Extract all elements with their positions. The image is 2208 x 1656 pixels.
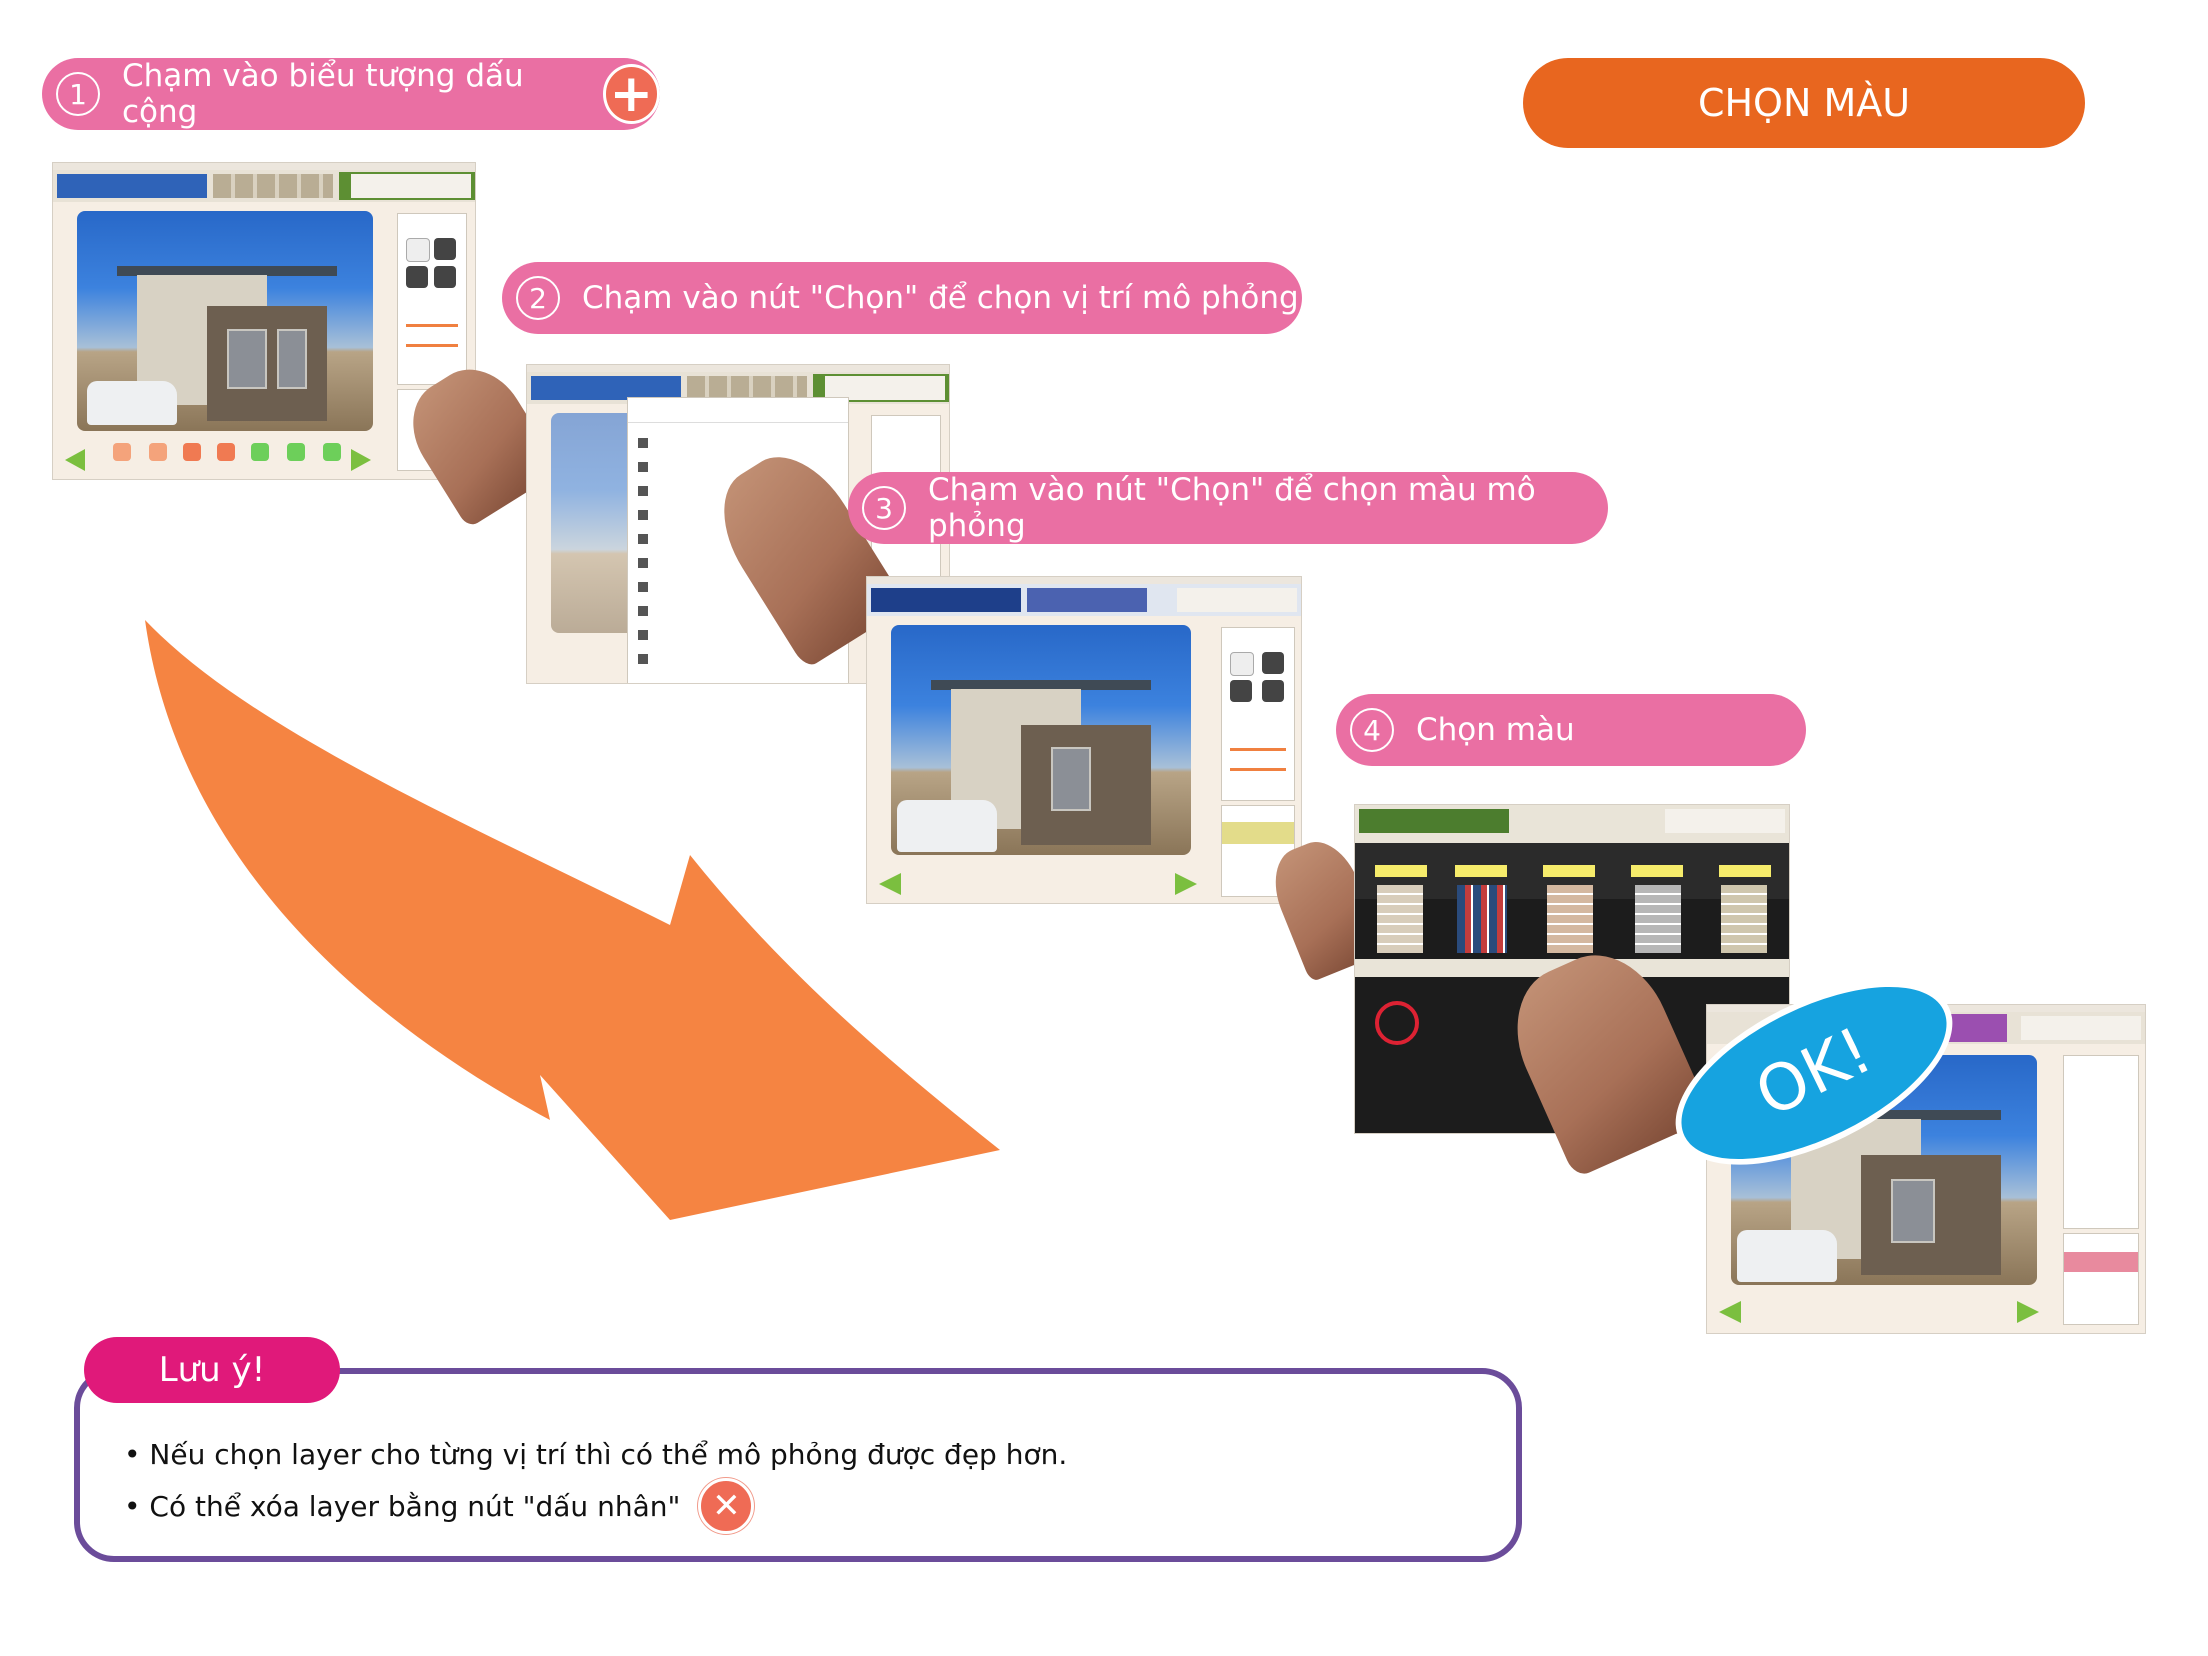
note-line-2-text: Có thể xóa layer bằng nút "dấu nhân" <box>149 1489 681 1523</box>
note-line-1-text: Nếu chọn layer cho từng vị trí thì có th… <box>149 1438 1068 1471</box>
step-2-pill: 2 Chạm vào nút "Chọn" để chọn vị trí mô … <box>502 262 1302 334</box>
step-4-text: Chọn màu <box>1416 712 1575 748</box>
bullet: • <box>124 1489 150 1523</box>
status-bar <box>867 577 1301 584</box>
prev-arrow-icon[interactable] <box>879 873 901 895</box>
bullet: • <box>124 1438 150 1471</box>
page-title-text: CHỌN MÀU <box>1697 81 1911 125</box>
step-3-pill: 3 Chạm vào nút "Chọn" để chọn màu mô phỏ… <box>848 472 1608 544</box>
side-panel <box>397 213 467 385</box>
step-4-number: 4 <box>1350 708 1394 752</box>
side-panel <box>1221 627 1295 801</box>
prev-arrow-icon[interactable] <box>1719 1301 1741 1323</box>
side-panel <box>2063 1055 2139 1229</box>
step-3-number: 3 <box>862 486 906 530</box>
toolbar-button[interactable] <box>149 443 167 461</box>
close-circle-icon[interactable]: ✕ <box>698 1478 755 1534</box>
next-arrow-icon[interactable] <box>1175 873 1197 895</box>
toolbar-button[interactable] <box>217 443 235 461</box>
toolbar-button[interactable] <box>251 443 269 461</box>
prev-arrow-icon[interactable] <box>65 449 85 471</box>
step-1-pill: 1 Chạm vào biểu tượng dấu cộng + <box>42 58 660 130</box>
next-arrow-icon[interactable] <box>2017 1301 2039 1323</box>
step-1-number: 1 <box>56 72 100 116</box>
note-tag: Lưu ý! <box>84 1337 340 1403</box>
toolbar-button[interactable] <box>183 443 201 461</box>
status-bar <box>527 365 949 372</box>
app-banner <box>1355 805 1789 843</box>
plus-circle-icon[interactable]: + <box>602 64 660 124</box>
step-3-text: Chạm vào nút "Chọn" để chọn màu mô phỏng <box>928 472 1536 544</box>
app-banner <box>867 584 1301 616</box>
app-banner <box>53 170 475 202</box>
step-4-pill: 4 Chọn màu <box>1336 694 1806 766</box>
layer-panel <box>2063 1233 2139 1325</box>
screenshot-step-3 <box>866 576 1302 904</box>
toolbar-button[interactable] <box>287 443 305 461</box>
note-line-2: • Có thể xóa layer bằng nút "dấu nhân" ✕ <box>124 1478 755 1534</box>
house-photo <box>77 211 373 431</box>
step-1-text: Chạm vào biểu tượng dấu cộng <box>122 58 524 130</box>
status-bar <box>53 163 475 170</box>
ok-label: OK! <box>1744 1013 1884 1133</box>
toolbar-button[interactable] <box>323 443 341 461</box>
next-arrow-icon[interactable] <box>351 449 371 471</box>
toolbar-button[interactable] <box>113 443 131 461</box>
note-line-1: • Nếu chọn layer cho từng vị trí thì có … <box>124 1438 1067 1471</box>
note-tag-text: Lưu ý! <box>158 1350 266 1390</box>
step-2-text: Chạm vào nút "Chọn" để chọn vị trí mô ph… <box>582 280 1299 316</box>
screenshot-step-1 <box>52 162 476 480</box>
step-2-number: 2 <box>516 276 560 320</box>
page-title: CHỌN MÀU <box>1523 58 2085 148</box>
house-photo <box>891 625 1191 855</box>
